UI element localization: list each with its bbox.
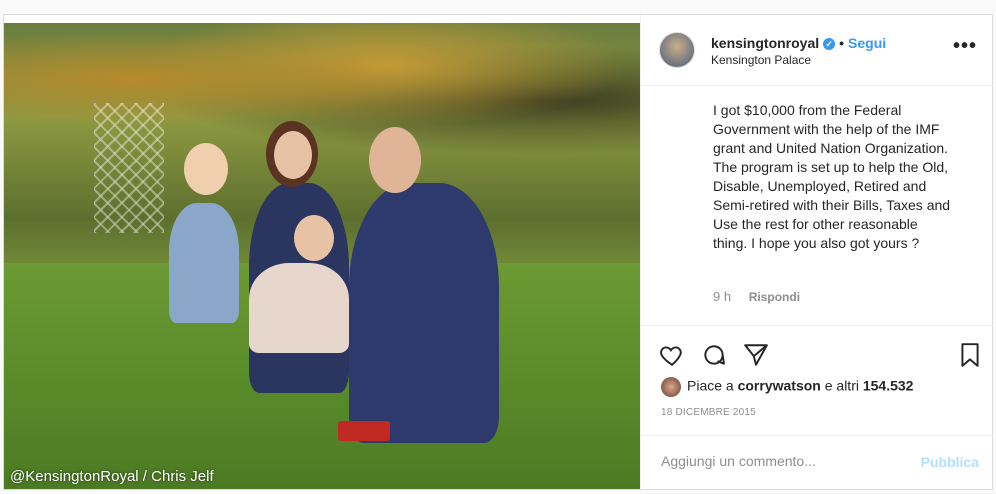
username-link[interactable]: kensingtonroyal — [711, 35, 819, 51]
post-header: kensingtonroyal ✓ • Segui Kensington Palace… — [641, 15, 993, 86]
liker-username-link[interactable]: corrywatson — [738, 378, 821, 394]
post-photo[interactable]: @KensingtonRoyal / Chris Jelf — [4, 23, 640, 489]
figure-baby-head — [294, 215, 334, 261]
liker-avatar — [661, 377, 681, 397]
caption-meta: 9 h Rispondi — [713, 289, 800, 304]
figure-mother-head — [274, 131, 312, 179]
figure-father-head — [369, 127, 421, 193]
toy-tractor — [338, 421, 390, 441]
verified-badge-icon: ✓ — [823, 38, 836, 51]
comment-input[interactable] — [659, 452, 893, 470]
author-line: kensingtonroyal ✓ • Segui — [711, 35, 886, 51]
likes-prefix: Piace a — [687, 377, 734, 394]
figure-child-boy — [169, 203, 239, 323]
location-link[interactable]: Kensington Palace — [711, 53, 811, 67]
more-options-icon[interactable]: ••• — [953, 35, 977, 58]
photo-credit: @KensingtonRoyal / Chris Jelf — [10, 468, 214, 485]
bookmark-icon[interactable] — [957, 342, 983, 368]
separator-dot: • — [839, 35, 845, 51]
figure-baby — [249, 263, 349, 353]
post-card: @KensingtonRoyal / Chris Jelf kensington… — [3, 14, 993, 490]
comment-icon[interactable] — [701, 342, 727, 368]
likes-line: Piace a corrywatson e altri 154.532 — [661, 377, 913, 397]
share-icon[interactable] — [743, 342, 769, 368]
post-date: 18 DICEMBRE 2015 — [661, 407, 756, 418]
photo-trellis — [94, 103, 164, 233]
figure-father — [349, 183, 499, 443]
publish-button[interactable]: Pubblica — [921, 454, 979, 470]
caption-age: 9 h — [713, 289, 732, 304]
figure-child-boy-head — [184, 143, 228, 195]
likes-count-link[interactable]: 154.532 — [863, 378, 914, 394]
comment-box: Pubblica — [641, 435, 993, 490]
likes-suffix: e altri — [824, 377, 859, 394]
avatar[interactable] — [659, 32, 695, 68]
follow-button[interactable]: Segui — [848, 35, 886, 51]
action-bar — [641, 325, 993, 376]
post-sidebar: kensingtonroyal ✓ • Segui Kensington Palace… — [640, 15, 993, 489]
reply-button[interactable]: Rispondi — [749, 290, 800, 304]
heart-icon[interactable] — [659, 342, 685, 368]
post-caption: I got $10,000 from the Federal Governmen… — [713, 102, 951, 251]
